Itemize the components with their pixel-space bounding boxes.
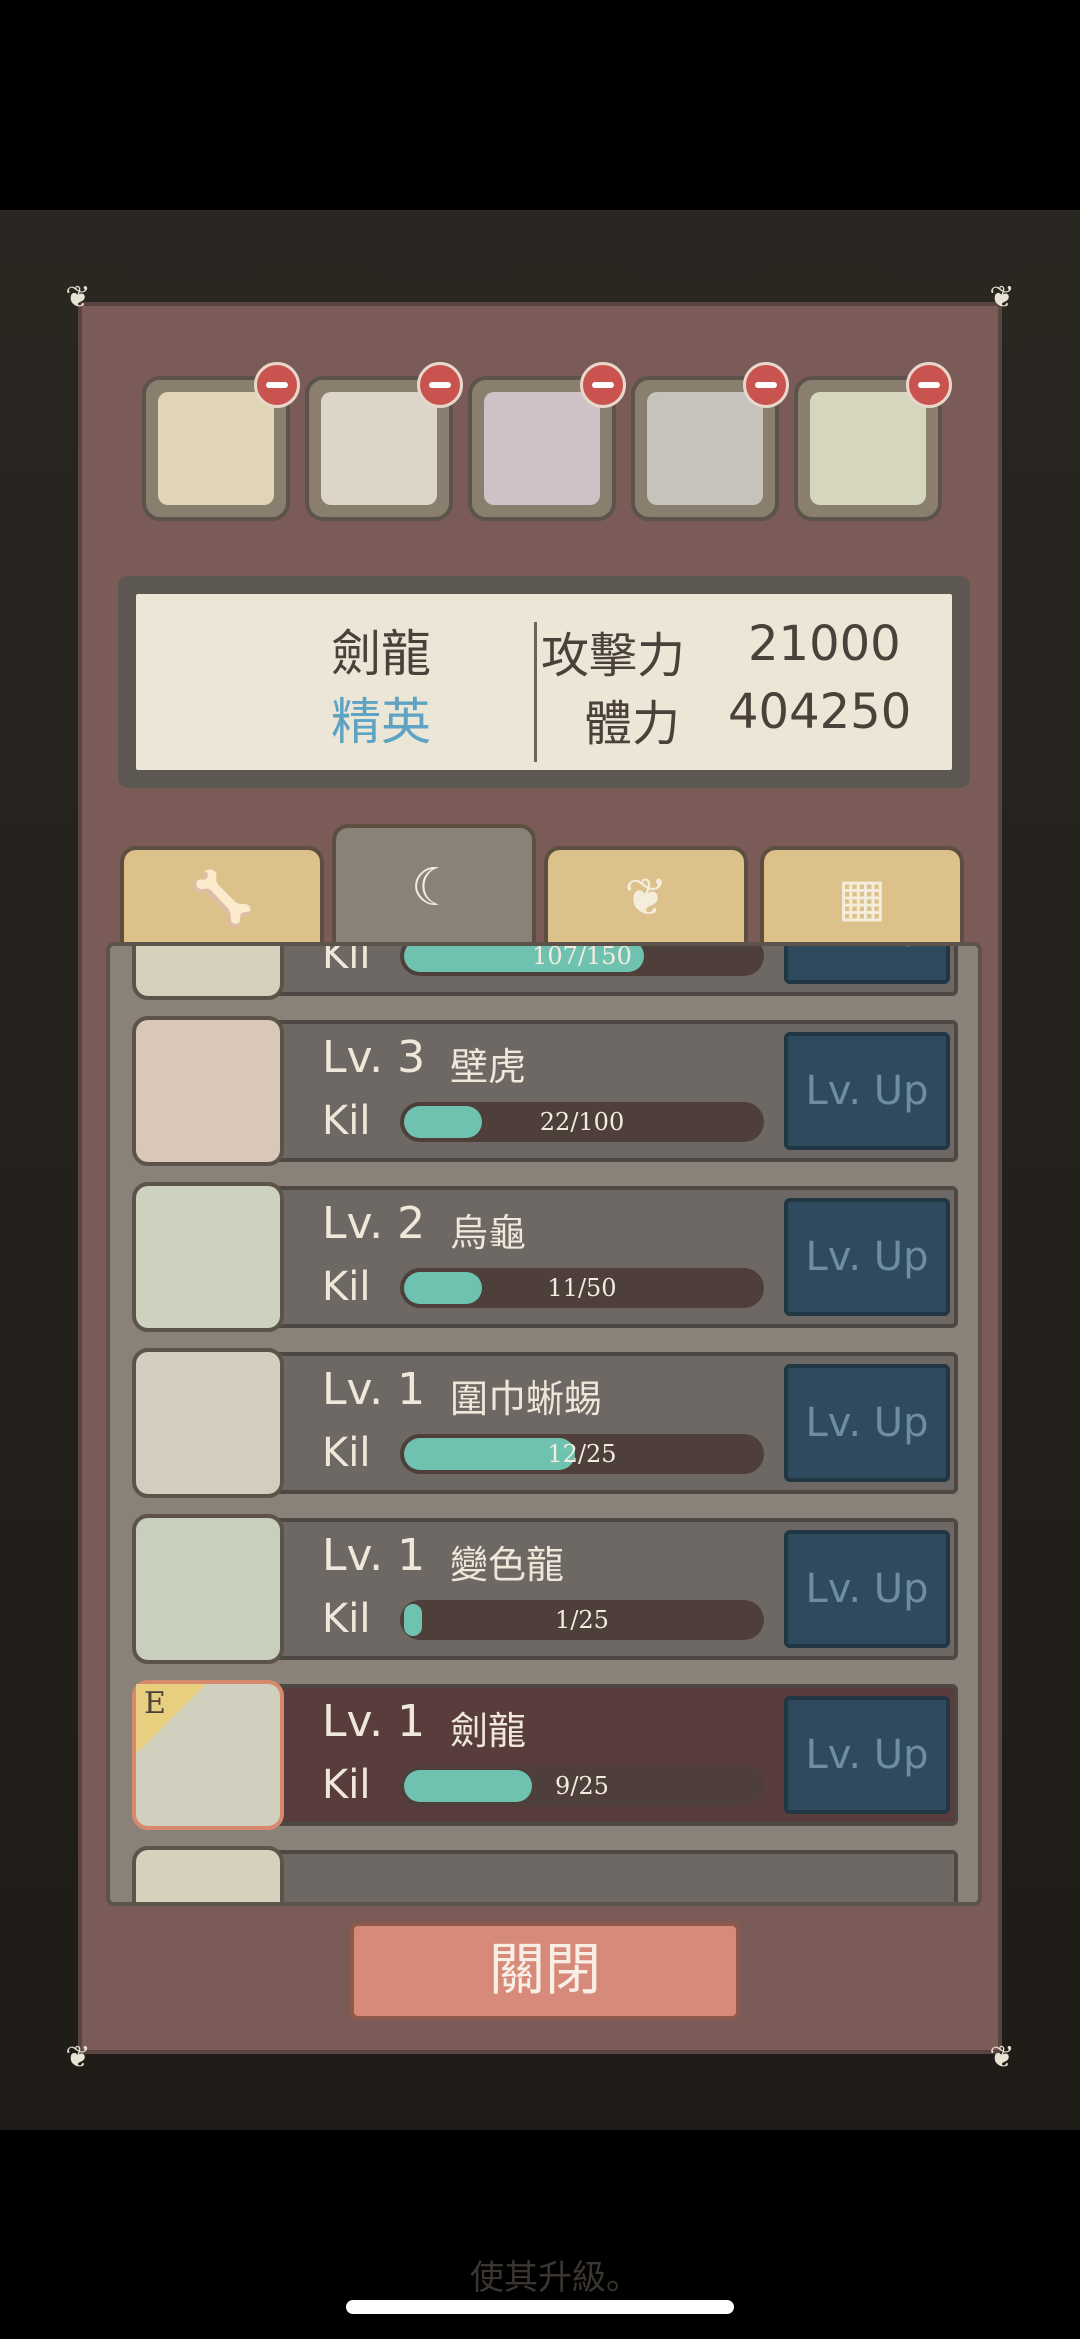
level-up-button[interactable]: Lv. Up: [784, 1364, 950, 1482]
corner-ornament-icon: ❦: [65, 280, 91, 315]
list-item-equipped: E Lv. 1 劍龍 Kil 9/25 Lv. Up: [132, 1680, 958, 1830]
list-item: Lv. 1 變色龍 Kil 1/25 Lv. Up: [132, 1514, 958, 1664]
hp-value: 404250: [728, 684, 912, 740]
sword-dragon-thumbnail-icon: E: [132, 1680, 284, 1830]
list-item: Lv. 3 壁虎 Kil 22/100 Lv. Up: [132, 1016, 958, 1166]
level-up-button[interactable]: Lv. Up: [784, 1696, 950, 1814]
kill-progress-bar: 12/25: [400, 1434, 764, 1474]
team-slot-hippo[interactable]: [468, 362, 626, 521]
team-slot-dog[interactable]: [305, 362, 463, 521]
monster-list[interactable]: Kil 107/150 Lv. Up Lv. 3 壁虎 Kil 22/100 L…: [106, 942, 982, 1906]
hp-label: 體力: [584, 696, 681, 752]
tab-bone[interactable]: 🦴: [120, 846, 324, 950]
team-slot-mantis[interactable]: [142, 362, 300, 521]
level-up-button[interactable]: Lv. Up: [784, 946, 950, 984]
attack-value: 21000: [748, 616, 901, 672]
turtle-thumbnail-icon: [132, 1182, 284, 1332]
bone-icon: 🦴: [189, 869, 255, 929]
upgrade-panel: ❦ ❦ ❦ ❦ 劍龍 精英 攻擊力 21000 體力 404250 🦴 ☾ ❦ …: [65, 280, 1014, 2075]
monster-thumbnail-icon: [132, 946, 284, 1000]
corner-ornament-icon: ❦: [65, 2040, 91, 2075]
sword-dragon-portrait-icon: [810, 392, 926, 505]
monster-name: 劍龍: [331, 625, 431, 683]
chameleon-thumbnail-icon: [132, 1514, 284, 1664]
tab-wing[interactable]: ❦: [544, 846, 748, 950]
corner-ornament-icon: ❦: [989, 280, 1015, 315]
remove-icon[interactable]: [906, 362, 952, 408]
frilled-lizard-thumbnail-icon: [132, 1348, 284, 1498]
home-indicator[interactable]: [346, 2300, 734, 2314]
background-hint-text: 使其升級。: [470, 2258, 640, 2298]
level-up-button[interactable]: Lv. Up: [784, 1530, 950, 1648]
kill-progress-bar: 1/25: [400, 1600, 764, 1640]
list-item: Lv. 1 圍巾蜥蜴 Kil 12/25 Lv. Up: [132, 1348, 958, 1498]
dog-portrait-icon: [321, 392, 437, 505]
close-button[interactable]: 關閉: [350, 1922, 740, 2020]
kill-progress-bar: 11/50: [400, 1268, 764, 1308]
list-item: Lv. 2 烏龜 Kil 11/50 Lv. Up: [132, 1182, 958, 1332]
level-up-button[interactable]: Lv. Up: [784, 1198, 950, 1316]
tab-scale[interactable]: ▦: [760, 846, 964, 950]
scale-icon: ▦: [837, 868, 887, 928]
wing-icon: ❦: [624, 868, 668, 928]
remove-icon[interactable]: [254, 362, 300, 408]
info-divider: [534, 622, 537, 762]
mantis-portrait-icon: [158, 392, 274, 505]
level-up-button[interactable]: Lv. Up: [784, 1032, 950, 1150]
list-item: Kil 107/150 Lv. Up: [132, 946, 958, 1000]
monster-thumbnail-icon: [132, 1846, 284, 1902]
hippo-portrait-icon: [484, 392, 600, 505]
claw-icon: ☾: [410, 858, 458, 918]
remove-icon[interactable]: [743, 362, 789, 408]
team-slot-gorilla[interactable]: [631, 362, 789, 521]
gorilla-portrait-icon: [647, 392, 763, 505]
monster-info-box: 劍龍 精英 攻擊力 21000 體力 404250: [118, 576, 970, 788]
attack-label: 攻擊力: [541, 628, 686, 684]
team-slot-sword-dragon[interactable]: [794, 362, 952, 521]
list-item: [132, 1846, 958, 1902]
kill-progress-bar: 9/25: [400, 1766, 764, 1806]
kill-progress-bar: 107/150: [400, 946, 764, 976]
remove-icon[interactable]: [417, 362, 463, 408]
monster-rank: 精英: [331, 693, 431, 751]
kill-progress-bar: 22/100: [400, 1102, 764, 1142]
team-slots: [142, 362, 952, 531]
corner-ornament-icon: ❦: [989, 2040, 1015, 2075]
gecko-thumbnail-icon: [132, 1016, 284, 1166]
remove-icon[interactable]: [580, 362, 626, 408]
tab-claw[interactable]: ☾: [332, 824, 536, 950]
